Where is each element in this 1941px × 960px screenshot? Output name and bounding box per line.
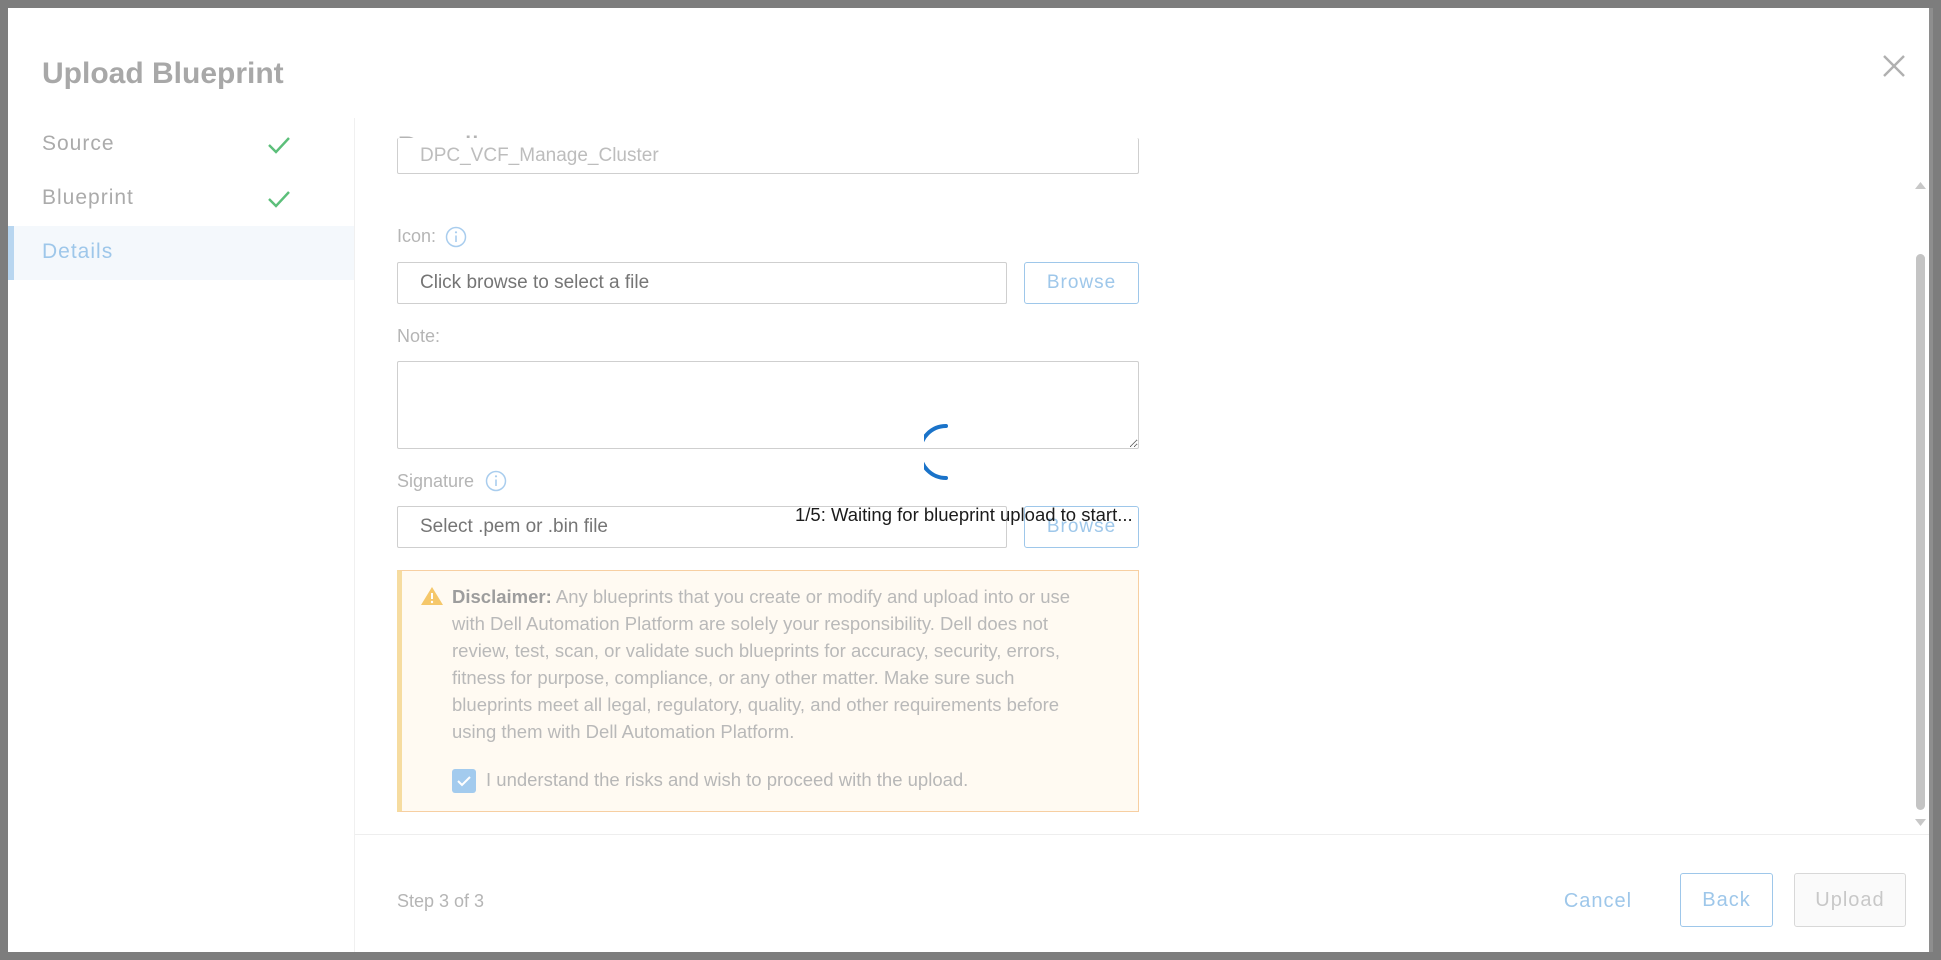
note-label: Note: [397, 326, 441, 346]
step-source[interactable]: Source [8, 118, 354, 172]
accept-risk-checkbox[interactable] [452, 769, 476, 793]
checkmark-icon [268, 191, 290, 208]
details-form: Details DPC_VCF_Manage_Cluster Icon: Bro… [355, 118, 1929, 834]
scroll-thumb[interactable] [1916, 254, 1925, 810]
icon-file-input[interactable] [397, 262, 1007, 304]
step-label: Source [42, 132, 115, 155]
blueprint-name-field[interactable]: DPC_VCF_Manage_Cluster [397, 138, 1139, 174]
wizard-steps-sidebar: Source Blueprint Details [8, 118, 355, 952]
step-details[interactable]: Details [8, 226, 354, 280]
step-counter: Step 3 of 3 [397, 891, 485, 911]
step-label: Details [42, 240, 114, 263]
page-backdrop [0, 0, 8, 960]
signature-label: Signature [397, 471, 475, 491]
dialog-title: Upload Blueprint [42, 57, 284, 90]
upload-button[interactable]: Upload [1794, 873, 1906, 927]
content-scrollbar[interactable] [1912, 118, 1929, 834]
close-icon [1883, 55, 1905, 77]
scroll-down-arrow-icon[interactable] [1914, 818, 1927, 828]
icon-label: Icon: [397, 226, 437, 246]
loading-spinner-icon [924, 424, 948, 480]
disclaimer-box: Disclaimer: Any blueprints that you crea… [397, 570, 1139, 812]
icon-browse-button[interactable]: Browse [1024, 262, 1139, 304]
loading-status-text: 1/5: Waiting for blueprint upload to sta… [795, 504, 1133, 525]
scroll-up-arrow-icon[interactable] [1914, 180, 1927, 190]
checkmark-icon [268, 137, 290, 154]
checkmark-icon [457, 776, 471, 787]
info-icon[interactable] [485, 470, 507, 492]
accept-risk-label: I understand the risks and wish to proce… [486, 769, 969, 790]
disclaimer-body: Any blueprints that you create or modify… [452, 586, 1071, 742]
close-button[interactable] [1876, 48, 1912, 84]
back-button[interactable]: Back [1680, 873, 1773, 927]
cancel-button[interactable]: Cancel [1550, 875, 1646, 927]
disclaimer-text: Disclaimer: Any blueprints that you crea… [452, 583, 1092, 745]
info-icon[interactable] [445, 226, 467, 248]
dialog-footer: Step 3 of 3 Cancel Back Upload [355, 834, 1929, 952]
note-textarea[interactable] [397, 361, 1139, 449]
step-label: Blueprint [42, 186, 134, 209]
warning-icon [421, 587, 443, 605]
disclaimer-heading: Disclaimer: [452, 586, 552, 607]
step-blueprint[interactable]: Blueprint [8, 172, 354, 226]
